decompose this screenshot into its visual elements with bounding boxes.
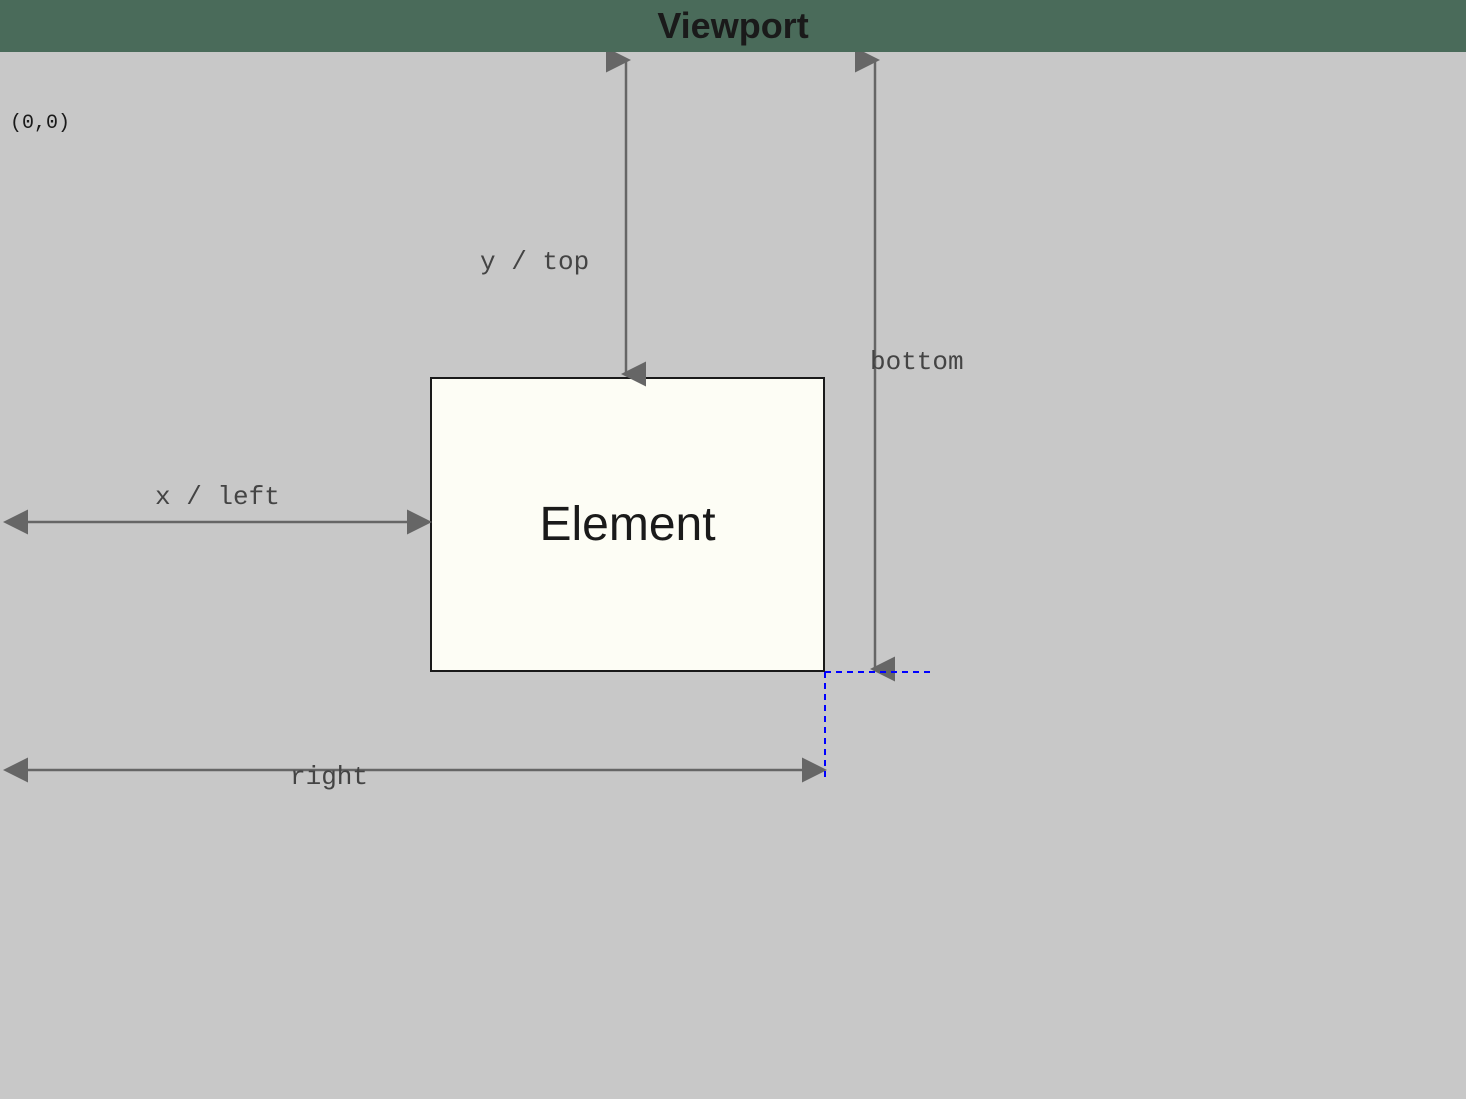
- label-bottom: bottom: [870, 347, 964, 377]
- label-x-left: x / left: [155, 482, 280, 512]
- viewport-title: Viewport: [657, 5, 808, 47]
- label-right: right: [290, 762, 368, 792]
- viewport-header: Viewport: [0, 0, 1466, 52]
- diagram-area: (0,0) Element: [0, 52, 1466, 1099]
- label-y-top: y / top: [480, 247, 589, 277]
- diagram-svg: [0, 52, 1466, 1099]
